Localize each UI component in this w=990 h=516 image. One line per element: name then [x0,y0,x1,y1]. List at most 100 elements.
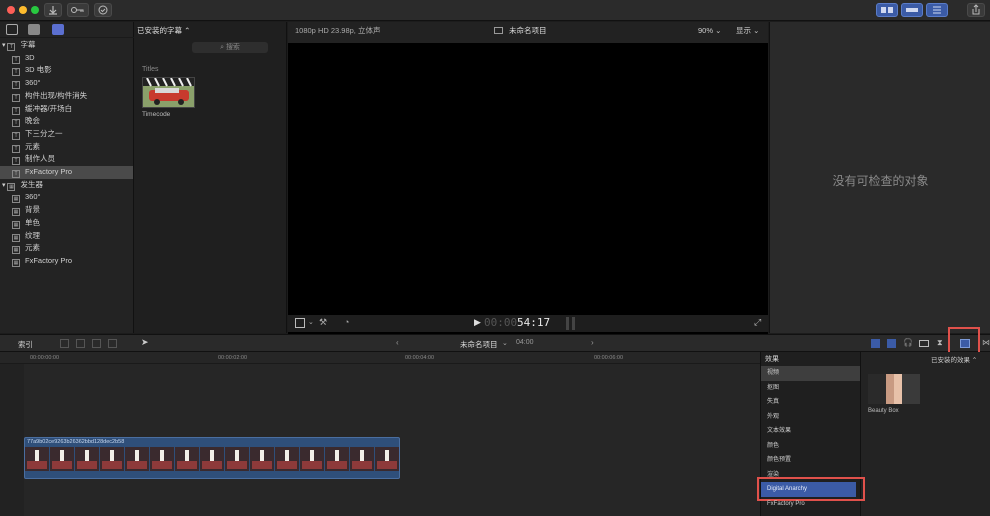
timecode-display[interactable]: 54:17 [517,316,550,329]
select-tool-icon[interactable]: ➤ [141,337,149,348]
title-category-icon: T [12,81,20,90]
transitions-icon[interactable]: ⧗ [937,338,943,348]
skimming-icon[interactable] [871,339,880,348]
video-clip[interactable]: 77a9b02ce9263b26362bbd128dec2b58 [24,437,400,479]
browser-header[interactable]: 已安装的字幕 ⌃ [134,22,287,39]
project-menu-chevron-icon[interactable]: ⌄ [502,339,508,347]
audio-skimming-icon[interactable] [887,339,896,348]
effect-category-item[interactable]: 抠图 [761,381,860,396]
final-cut-pro-window: ▾ T 字幕 T 3D T 3D 电影 T 360° T 构件出现/构件消失 T 缓冲器/开场白 T 晚会… [0,0,990,516]
sidebar-item[interactable]: T 3D [0,52,133,65]
check-circle-icon [98,5,108,15]
append-clip-icon[interactable] [92,339,101,348]
effect-category-item[interactable]: 外观 [761,410,860,425]
generator-category-icon: ▦ [12,208,20,217]
titles-generators-icon[interactable] [52,24,64,35]
keywords-button[interactable] [67,3,89,17]
libraries-icon[interactable] [6,24,18,35]
sidebar-item[interactable]: ▦ FxFactory Pro [0,255,133,268]
effect-category-item[interactable]: FxFactory Pro [761,497,860,512]
back-arrow-icon[interactable]: ‹ [396,338,399,347]
sidebar-item[interactable]: T 360° [0,77,133,90]
speed-gauge-icon[interactable]: ◔ [344,317,349,327]
effects-header: 效果 [765,356,779,363]
timeline-ruler[interactable]: 00:00:00:00 00:00:02:00 00:00:04:00 00:0… [0,352,760,364]
effect-category-item[interactable]: 失真 [761,395,860,410]
sidebar-item[interactable]: ▦ 纹理 [0,230,133,243]
audio-meter-right [572,317,575,330]
sidebar-item[interactable]: T 3D 电影 [0,64,133,77]
sidebar-item[interactable]: ▾ T 字幕 [0,39,133,52]
clapboard-car-thumbnail-icon [143,78,194,107]
sidebar-item[interactable]: T 构件出现/构件消失 [0,90,133,103]
search-field[interactable]: ⌕ 搜索 [192,42,268,53]
transform-menu-chevron-icon[interactable]: ⌄ [308,318,314,326]
ruler-mark-3: 00:00:06:00 [594,355,624,361]
zoom-window-icon[interactable] [31,6,39,14]
fullscreen-icon[interactable]: ⤢ [754,317,761,328]
zoom-menu[interactable]: 90% ⌄ [698,22,721,39]
forward-arrow-icon[interactable]: › [591,338,594,347]
thumbnail-label: Timecode [142,111,171,118]
import-button[interactable] [44,3,62,17]
film-frame [275,447,299,471]
sidebar-item[interactable]: T 下三分之一 [0,128,133,141]
effect-category-item[interactable]: 视频 [761,366,860,381]
background-tasks-button[interactable] [94,3,112,17]
insert-clip-icon[interactable] [76,339,85,348]
sidebar-item[interactable]: T 制作人员 [0,153,133,166]
sidebar-item[interactable]: ▦ 单色 [0,217,133,230]
close-window-icon[interactable] [7,6,15,14]
film-frame [125,447,149,471]
sidebar-item[interactable]: ▦ 元素 [0,242,133,255]
effects-browser-icon[interactable] [960,339,970,348]
share-button[interactable] [967,3,985,17]
photos-audio-icon[interactable] [28,24,40,35]
sidebar-item[interactable]: T 缓冲器/开场白 [0,103,133,116]
sidebar-item[interactable]: T FxFactory Pro [0,166,133,179]
play-icon[interactable]: ▶ [474,317,481,328]
film-frame [100,447,124,471]
timeline-project-title[interactable]: 未命名项目 [460,339,498,350]
sidebar-item-label: FxFactory Pro [25,255,73,265]
sidebar-item[interactable]: T 晚会 [0,115,133,128]
timeline-toolbar: 索引 ➤ ‹ 未命名项目 ⌄ 04:00 › 🎧 ⧗ ⋈ [0,327,990,356]
show-timeline-button[interactable] [901,3,923,17]
transform-icon[interactable] [295,318,305,328]
connect-clip-icon[interactable] [60,339,69,348]
effect-category-item[interactable]: 颜色预置 [761,453,860,468]
sidebar-item[interactable]: ▦ 360° [0,191,133,204]
inspector-empty-message: 没有可检查的对象 [832,174,929,188]
show-inspector-button[interactable] [926,3,948,17]
sidebar-item[interactable]: ▦ 背景 [0,204,133,217]
effect-category-item[interactable]: 文本效果 [761,424,860,439]
video-canvas[interactable] [288,43,768,334]
headphones-icon[interactable]: 🎧 [903,338,913,347]
search-placeholder: 搜索 [225,44,240,51]
view-menu[interactable]: 显示 ⌄ [736,22,759,39]
index-button[interactable]: 索引 [18,339,33,350]
sidebar-item-label: 字幕 [20,40,36,49]
sidebar-item[interactable]: ▾ ▦ 发生器 [0,179,133,192]
installed-effects-menu[interactable]: 已安装的效果 ⌃ [931,354,977,364]
title-category-icon: T [12,119,20,128]
overwrite-clip-icon[interactable] [108,339,117,348]
more-icon[interactable]: ⋈ [982,338,990,347]
sidebar-item[interactable]: T 元素 [0,141,133,154]
minimize-window-icon[interactable] [19,6,27,14]
show-browser-button[interactable] [876,3,898,17]
sidebar-item-label: 3D [25,52,35,62]
film-frame [225,447,249,471]
enhance-wand-icon[interactable]: ⚒ [319,317,327,328]
effect-category-item[interactable]: 颜色 [761,439,860,454]
sidebar-item-label: 360° [25,192,41,202]
share-icon [972,4,980,15]
beauty-box-thumbnail[interactable] [868,374,920,404]
clip-appearance-icon[interactable] [919,340,929,347]
viewer-header: 1080p HD 23.98p, 立体声 未命名项目 90% ⌄ 显示 ⌄ [288,22,768,39]
sidebar-item-label: 晚会 [25,116,40,126]
timecode-thumbnail[interactable] [142,77,195,108]
titles-icon: T [7,43,16,51]
title-category-icon: T [12,157,20,166]
sidebar-item-label: 构件出现/构件消失 [25,90,88,100]
